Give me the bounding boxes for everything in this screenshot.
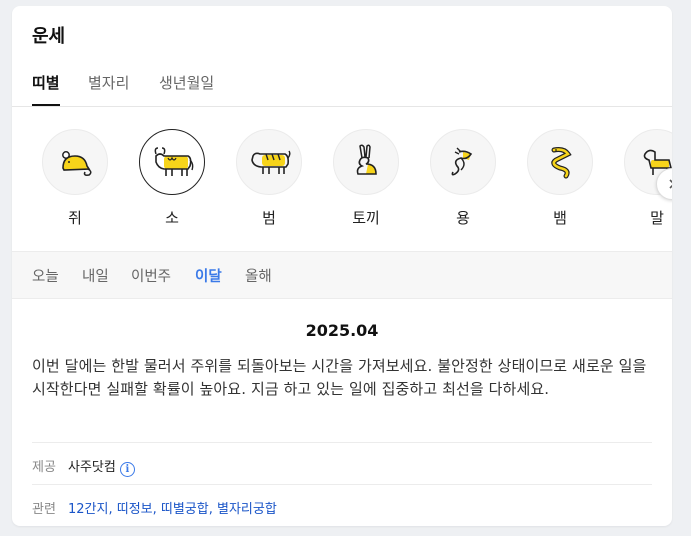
rat-icon-circle	[42, 129, 108, 195]
zodiac-label: 소	[165, 209, 179, 227]
provider-value: 사주닷컴	[68, 460, 116, 475]
card-title: 운세	[32, 26, 66, 47]
related-link-constellation-compat[interactable]: 별자리궁합	[217, 502, 277, 517]
zodiac-item-ox[interactable]: 소	[137, 129, 207, 228]
period-tomorrow[interactable]: 내일	[82, 265, 109, 286]
related-link-12-branches[interactable]: 12간지	[68, 502, 108, 517]
related-row: 관련 12간지, 띠정보, 띠별궁합, 별자리궁합	[32, 484, 652, 526]
tiger-icon-circle	[236, 129, 302, 195]
tiger-icon	[251, 150, 291, 174]
zodiac-label: 말	[650, 209, 664, 227]
dragon-icon	[451, 147, 473, 176]
info-icon[interactable]: i	[119, 462, 135, 477]
dragon-icon-circle	[430, 129, 496, 195]
zodiac-label: 뱀	[553, 209, 567, 227]
zodiac-label: 용	[456, 209, 470, 227]
snake-icon	[551, 147, 572, 179]
provider-row: 제공 사주닷컴 i	[32, 442, 652, 485]
related-key: 관련	[32, 502, 56, 517]
zodiac-label: 범	[262, 209, 276, 227]
zodiac-item-tiger[interactable]: 범	[234, 129, 304, 228]
zodiac-list: 쥐 소 범 토끼 용 뱀 말	[12, 107, 672, 251]
fortune-date: 2025.04	[305, 321, 379, 340]
ox-icon	[154, 147, 194, 176]
provider-key: 제공	[32, 460, 56, 475]
related-link-zodiac-info[interactable]: 띠정보	[117, 502, 153, 517]
related-links: 12간지, 띠정보, 띠별궁합, 별자리궁합	[68, 498, 277, 517]
period-this-year[interactable]: 올해	[245, 265, 272, 286]
provider-value-wrap: 사주닷컴 i	[68, 456, 135, 477]
fortune-text: 이번 달에는 한발 물러서 주위를 되돌아보는 시간을 가져보세요. 불안정한 …	[32, 357, 647, 398]
tab-zodiac-animal[interactable]: 띠별	[32, 72, 60, 106]
period-this-week[interactable]: 이번주	[131, 265, 171, 286]
period-today[interactable]: 오늘	[32, 265, 59, 286]
link-separator: ,	[152, 502, 161, 517]
related-link-zodiac-compat[interactable]: 띠별궁합	[161, 502, 209, 517]
zodiac-label: 토끼	[352, 209, 380, 227]
tab-birthdate[interactable]: 생년월일	[159, 72, 214, 93]
period-tabs: 오늘 내일 이번주 이달 올해	[12, 251, 672, 299]
rabbit-icon	[356, 144, 377, 175]
zodiac-label: 쥐	[68, 209, 82, 227]
rabbit-icon-circle	[333, 129, 399, 195]
zodiac-item-rat[interactable]: 쥐	[40, 129, 110, 228]
ox-icon-circle	[139, 129, 205, 195]
zodiac-item-snake[interactable]: 뱀	[525, 129, 595, 228]
period-this-month[interactable]: 이달	[195, 265, 222, 286]
link-separator: ,	[108, 502, 117, 517]
snake-icon-circle	[527, 129, 593, 195]
category-tabs: 띠별 별자리 생년월일	[12, 62, 672, 107]
link-separator: ,	[208, 502, 217, 517]
zodiac-item-rabbit[interactable]: 토끼	[331, 129, 401, 228]
chevron-right-icon	[669, 179, 672, 189]
fortune-card: 운세 띠별 별자리 생년월일 쥐 소 범 토끼 용 뱀 말 오늘 내일 이번주 …	[12, 6, 672, 526]
zodiac-item-dragon[interactable]: 용	[428, 129, 498, 228]
rat-icon	[62, 151, 92, 176]
tab-constellation[interactable]: 별자리	[88, 72, 129, 93]
